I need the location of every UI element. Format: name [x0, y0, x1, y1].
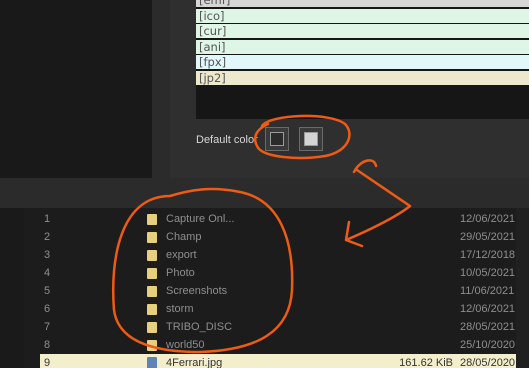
file-date: 28/05/2020: [460, 357, 516, 368]
default-color-light-swatch-button[interactable]: [299, 127, 323, 151]
format-row[interactable]: [emf]: [196, 0, 529, 7]
file-date: 25/10/2020: [460, 339, 516, 351]
format-row[interactable]: [jp2]: [196, 70, 529, 85]
file-row[interactable]: 5 Screenshots 11/06/2021: [40, 282, 529, 300]
format-row[interactable]: [fpx]: [196, 55, 529, 69]
format-color-list: [emf] [ico] [cur] [ani] [fpx] [jp2]: [196, 0, 529, 119]
file-name: Screenshots: [166, 285, 228, 297]
file-date: 11/06/2021: [460, 285, 515, 297]
file-name: world50: [166, 339, 205, 351]
format-row[interactable]: [ico]: [196, 8, 529, 23]
file-name: Champ: [166, 231, 202, 243]
row-index: 9: [44, 357, 51, 368]
file-list: 1 Capture Onl... 12/06/2021 2 Champ 29/05/202…: [40, 208, 529, 368]
light-swatch-color: [304, 132, 318, 146]
dialog-category-panel: [0, 0, 152, 178]
format-row[interactable]: [ani]: [196, 39, 529, 54]
file-row[interactable]: 3 export 17/12/2018: [40, 246, 529, 264]
file-row[interactable]: 4 Photo 10/05/2021: [40, 264, 529, 282]
file-name: export: [166, 249, 197, 261]
file-size: 161.62 KiB: [399, 357, 453, 368]
default-color-dark-swatch-button[interactable]: [265, 127, 289, 151]
file-name: Photo: [166, 267, 195, 279]
file-row[interactable]: 1 Capture Onl... 12/06/2021: [40, 210, 529, 228]
folder-icon: [147, 232, 157, 243]
file-row[interactable]: 8 world50 25/10/2020: [40, 336, 529, 354]
file-row[interactable]: 2 Champ 29/05/2021: [40, 228, 529, 246]
file-date: 12/06/2021: [460, 303, 516, 315]
folder-icon: [147, 286, 157, 297]
file-row[interactable]: 7 TRIBO_DISC 28/05/2021: [40, 318, 529, 336]
row-index: 6: [44, 303, 51, 315]
row-index: 2: [44, 231, 51, 243]
folder-icon: [147, 250, 157, 261]
file-row[interactable]: 6 storm 12/06/2021: [40, 300, 529, 318]
folder-icon: [147, 268, 157, 279]
file-date: 10/05/2021: [460, 267, 516, 279]
file-name: TRIBO_DISC: [166, 321, 233, 333]
file-name: storm: [166, 303, 194, 315]
format-row[interactable]: [cur]: [196, 24, 529, 38]
file-types-dialog: [emf] [ico] [cur] [ani] [fpx] [jp2] Default c…: [0, 0, 529, 208]
default-color-label: Default color: [196, 134, 258, 146]
dark-swatch-color: [270, 132, 284, 146]
file-date: 29/05/2021: [460, 231, 516, 243]
dialog-bottom-strip: [0, 178, 529, 208]
folder-icon: [147, 340, 157, 351]
image-file-icon: [147, 357, 157, 368]
row-index: 5: [44, 285, 51, 297]
file-date: 28/05/2021: [460, 321, 516, 333]
row-index: 7: [44, 321, 51, 333]
row-index: 4: [44, 267, 51, 279]
folder-icon: [147, 322, 157, 333]
row-index: 3: [44, 249, 51, 261]
file-list-scrollbar[interactable]: [516, 208, 529, 368]
file-row[interactable]: 9 4Ferrari.jpg 161.62 KiB 28/05/2020: [40, 354, 529, 368]
file-date: 12/06/2021: [460, 213, 516, 225]
folder-icon: [147, 304, 157, 315]
folder-icon: [147, 214, 157, 225]
row-index: 1: [44, 213, 51, 225]
file-name: 4Ferrari.jpg: [166, 357, 223, 368]
file-date: 17/12/2018: [460, 249, 516, 261]
file-name: Capture Onl...: [166, 213, 235, 225]
row-index: 8: [44, 339, 51, 351]
